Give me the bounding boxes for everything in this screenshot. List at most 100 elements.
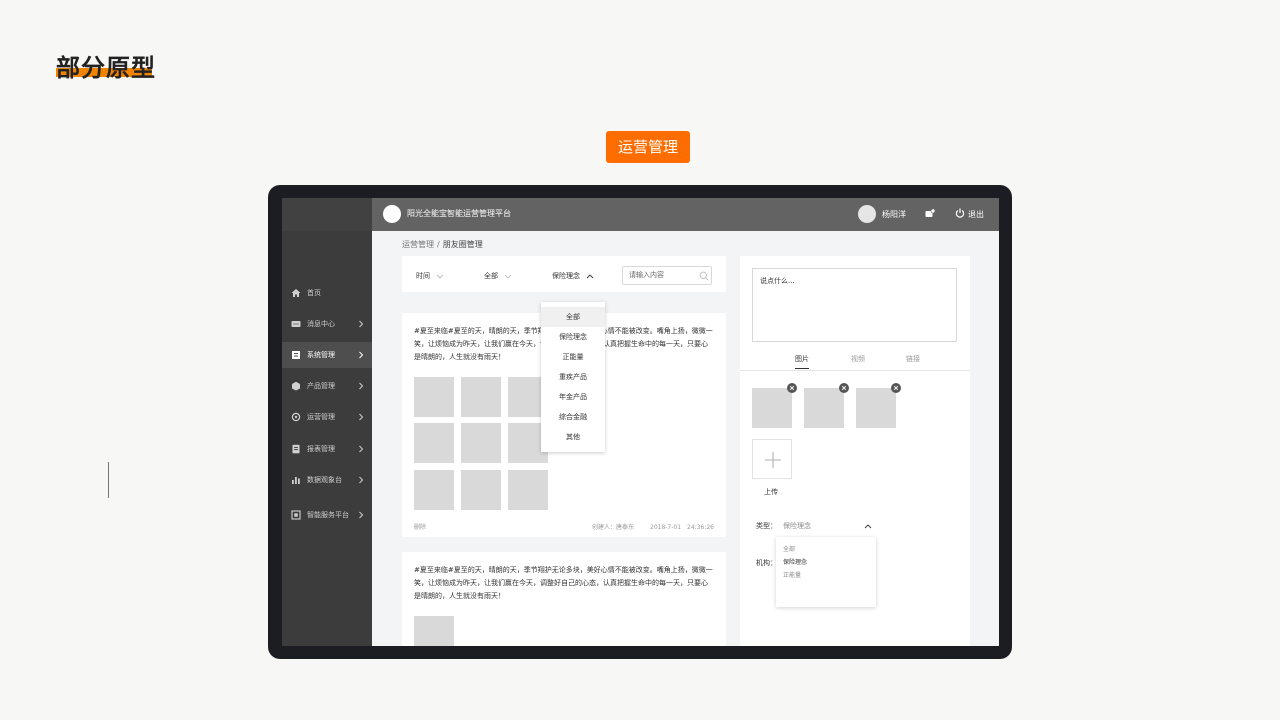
upload-button[interactable]	[752, 439, 792, 479]
chevron-up-icon[interactable]	[864, 524, 872, 529]
chevron-up-icon	[586, 273, 594, 278]
chevron-right-icon	[359, 476, 364, 484]
chevron-right-icon	[359, 413, 364, 421]
sidebar-item-operation[interactable]: 运营管理	[282, 404, 372, 430]
breadcrumb-separator: /	[437, 240, 440, 249]
sidebar-item-label: 数据观象台	[307, 476, 342, 484]
type-label: 类型：	[756, 522, 777, 530]
breadcrumb: 运营管理 / 朋友圈管理	[402, 239, 483, 250]
sidebar-item-message-center[interactable]: 消息中心	[282, 311, 372, 337]
chevron-right-icon	[359, 445, 364, 453]
app-logo[interactable]	[383, 205, 401, 223]
post-creator: 创建人：唐泰东	[592, 524, 635, 531]
dropdown-option[interactable]: 全部	[541, 307, 605, 327]
scope-filter-label: 全部	[484, 272, 498, 280]
avatar[interactable]	[858, 205, 876, 223]
bar-chart-icon	[292, 477, 300, 484]
sidebar-item-home[interactable]: 首页	[282, 280, 372, 306]
sidebar-item-system[interactable]: 系统管理	[282, 342, 372, 368]
sidebar-item-data-observatory[interactable]: 数据观象台	[282, 467, 372, 493]
product-icon	[292, 381, 300, 391]
sidebar: 首页 消息中心 系统管理 产品管理 运营管理 报表管理 数据观象台 智能服务平台	[282, 231, 372, 646]
sidebar-item-report[interactable]: 报表管理	[282, 436, 372, 462]
scope-filter[interactable]: 全部	[484, 271, 512, 281]
home-icon	[291, 289, 301, 297]
breadcrumb-parent[interactable]: 运营管理	[402, 240, 434, 249]
post-image[interactable]	[414, 616, 454, 646]
chevron-right-icon	[359, 511, 364, 519]
report-icon	[292, 444, 300, 454]
post-image[interactable]	[414, 470, 454, 510]
tab-images[interactable]: 图片	[795, 354, 809, 364]
dropdown-option[interactable]: 保险理念	[541, 327, 605, 347]
sidebar-item-label: 产品管理	[307, 382, 335, 390]
sidebar-item-label: 消息中心	[307, 320, 335, 328]
tab-divider	[740, 370, 970, 371]
system-icon	[292, 351, 300, 359]
close-icon[interactable]	[891, 383, 901, 393]
org-label: 机构：	[756, 559, 777, 567]
delete-button[interactable]: 删除	[414, 522, 426, 531]
app-screen: 阳光全能宝智能运营管理平台 杨阳洋 退出 首页 消息中心 系统管理 产品管理 运…	[282, 198, 999, 646]
sidebar-item-label: 智能服务平台	[307, 511, 349, 519]
time-filter[interactable]: 时间	[416, 271, 444, 281]
logout-button[interactable]: 退出	[968, 209, 984, 220]
tab-link[interactable]: 链接	[906, 354, 920, 364]
breadcrumb-current: 朋友圈管理	[442, 240, 483, 249]
chevron-right-icon	[359, 320, 364, 328]
composer-panel: 说点什么... 图片 视频 链接 上传 类型： 保险理念 机构： 全部 保险理念…	[740, 256, 970, 646]
type-dropdown-menu: 全部 保险理念 正能量	[776, 537, 876, 607]
type-option[interactable]: 全部	[783, 544, 795, 553]
post-content-textarea[interactable]: 说点什么...	[752, 268, 957, 342]
search-placeholder: 请输入内容	[629, 271, 664, 279]
post-card: #夏至来临#夏至的天，晴朗的天，季节翔护无论多块，美好心情不能被改变。嘴角上扬，…	[402, 552, 726, 646]
close-icon[interactable]	[839, 383, 849, 393]
sidebar-item-label: 运营管理	[307, 413, 335, 421]
time-filter-label: 时间	[416, 272, 430, 280]
post-image[interactable]	[414, 423, 454, 463]
sidebar-item-service-platform[interactable]: 智能服务平台	[282, 502, 372, 528]
type-option[interactable]: 保险理念	[783, 557, 807, 566]
search-input[interactable]: 请输入内容	[622, 266, 712, 285]
type-option[interactable]: 正能量	[783, 570, 801, 579]
user-name[interactable]: 杨阳洋	[882, 209, 906, 220]
post-image[interactable]	[461, 470, 501, 510]
sidebar-header	[282, 198, 372, 231]
dropdown-option[interactable]: 其他	[541, 427, 605, 447]
app-title: 阳光全能宝智能运营管理平台	[407, 209, 511, 218]
dropdown-option[interactable]: 年金产品	[541, 387, 605, 407]
close-icon[interactable]	[787, 383, 797, 393]
filter-bar: 时间 全部 保险理念 请输入内容	[402, 256, 726, 292]
post-text: #夏至来临#夏至的天，晴朗的天，季节翔护无论多块，美好心情不能被改变。嘴角上扬，…	[414, 566, 713, 600]
uploaded-image[interactable]	[804, 388, 844, 428]
message-icon	[291, 321, 301, 327]
tab-video[interactable]: 视频	[851, 354, 865, 364]
uploaded-image[interactable]	[856, 388, 896, 428]
category-filter-label: 保险理念	[552, 272, 580, 280]
dropdown-option[interactable]: 综合金融	[541, 407, 605, 427]
deco-title: 部分原型	[56, 54, 156, 82]
chevron-down-icon	[504, 274, 512, 279]
post-image[interactable]	[414, 377, 454, 417]
type-select[interactable]: 保险理念	[783, 521, 811, 531]
post-image[interactable]	[461, 377, 501, 417]
power-icon[interactable]	[955, 208, 965, 218]
page: 部分原型 运营管理 阳光全能宝智能运营管理平台 杨阳洋 退出 首页 消息中心 系…	[0, 0, 1280, 720]
dropdown-option[interactable]: 重疾产品	[541, 367, 605, 387]
search-icon[interactable]	[699, 271, 709, 281]
uploaded-image[interactable]	[752, 388, 792, 428]
notification-icon[interactable]	[925, 209, 935, 218]
chevron-right-icon	[359, 382, 364, 390]
post-image[interactable]	[508, 470, 548, 510]
chevron-right-icon	[359, 351, 364, 359]
section-badge: 运营管理	[606, 131, 690, 163]
sidebar-item-label: 报表管理	[307, 445, 335, 453]
category-filter[interactable]: 保险理念	[552, 271, 594, 281]
post-image[interactable]	[461, 423, 501, 463]
sidebar-item-product[interactable]: 产品管理	[282, 373, 372, 399]
post-timestamp: 2018-7-01 24:36:26	[650, 524, 714, 531]
upload-label: 上传	[764, 488, 778, 496]
sidebar-item-label: 首页	[307, 289, 321, 297]
dropdown-option[interactable]: 正能量	[541, 347, 605, 367]
deco-divider-line	[108, 462, 109, 498]
